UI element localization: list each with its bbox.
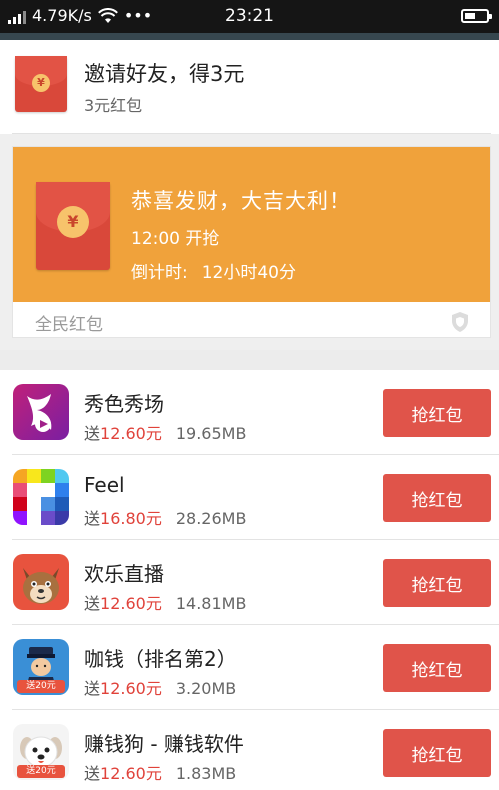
reward-amount: 16.80元 bbox=[100, 509, 162, 528]
banner-footer-label: 全民红包 bbox=[35, 315, 103, 335]
app-size: 1.83MB bbox=[175, 764, 237, 783]
feel-app-icon bbox=[13, 469, 69, 525]
coin-icon: ¥ bbox=[57, 206, 89, 238]
reward-prefix: 送 bbox=[84, 764, 101, 783]
invite-subtitle: 3元红包 bbox=[84, 96, 143, 115]
red-envelope-icon: ¥ bbox=[36, 182, 110, 270]
app-meta: 送12.60元 14.81MB bbox=[84, 590, 246, 614]
shield-icon bbox=[452, 312, 468, 332]
reward-prefix: 送 bbox=[84, 679, 101, 698]
app-size: 28.26MB bbox=[175, 509, 247, 528]
invite-title: 邀请好友，得3元 bbox=[84, 62, 245, 86]
countdown-label: 倒计时: bbox=[131, 263, 188, 283]
invite-friends-row[interactable]: ¥ 邀请好友，得3元 3元红包 bbox=[0, 40, 499, 134]
list-item[interactable]: 送20元 咖钱（排名第2） 送12.60元 3.20MB 抢红包 bbox=[0, 625, 499, 710]
banner-headline: 恭喜发财，大吉大利！ bbox=[131, 189, 351, 213]
banner-footer: 全民红包 bbox=[13, 302, 490, 337]
header-strip bbox=[0, 33, 499, 40]
reward-amount: 12.60元 bbox=[100, 594, 162, 613]
app-size: 3.20MB bbox=[175, 679, 237, 698]
battery-icon bbox=[461, 9, 492, 23]
list-item[interactable]: Feel 送16.80元 28.26MB 抢红包 bbox=[0, 455, 499, 540]
reward-amount: 12.60元 bbox=[100, 424, 162, 443]
reward-amount: 12.60元 bbox=[100, 764, 162, 783]
clock: 23:21 bbox=[225, 6, 274, 26]
huanle-app-icon bbox=[13, 554, 69, 610]
app-size: 14.81MB bbox=[175, 594, 247, 613]
red-envelope-card[interactable]: ¥ 恭喜发财，大吉大利！ 12:00 开抢 倒计时: 12小时40分 全民红包 bbox=[12, 146, 491, 338]
reward-prefix: 送 bbox=[84, 594, 101, 613]
app-meta: 送12.60元 19.65MB bbox=[84, 420, 246, 444]
app-name: 咖钱（排名第2） bbox=[84, 647, 237, 671]
app-meta: 送16.80元 28.26MB bbox=[84, 505, 246, 529]
app-size: 19.65MB bbox=[175, 424, 247, 443]
icon-promo-tag: 送20元 bbox=[17, 765, 65, 778]
list-item[interactable]: 欢乐直播 送12.60元 14.81MB 抢红包 bbox=[0, 540, 499, 625]
grab-red-envelope-button[interactable]: 抢红包 bbox=[383, 559, 491, 607]
coin-icon: ¥ bbox=[32, 74, 50, 92]
reward-amount: 12.60元 bbox=[100, 679, 162, 698]
grab-red-envelope-button[interactable]: 抢红包 bbox=[383, 389, 491, 437]
kaqian-app-icon: 送20元 bbox=[13, 639, 69, 695]
app-list: 秀色秀场 送12.60元 19.65MB 抢红包 Feel 送16.80元 28.2… bbox=[0, 370, 499, 790]
section-divider bbox=[0, 350, 499, 370]
red-envelope-banner[interactable]: ¥ 恭喜发财，大吉大利！ 12:00 开抢 倒计时: 12小时40分 bbox=[13, 147, 490, 302]
reward-prefix: 送 bbox=[84, 424, 101, 443]
app-name: 欢乐直播 bbox=[84, 562, 164, 586]
grab-red-envelope-button[interactable]: 抢红包 bbox=[383, 644, 491, 692]
list-item[interactable]: 送20元 赚钱狗 - 赚钱软件 送12.60元 1.83MB 抢红包 bbox=[0, 710, 499, 790]
red-envelope-icon: ¥ bbox=[15, 56, 67, 112]
app-name: 秀色秀场 bbox=[84, 392, 164, 416]
reward-prefix: 送 bbox=[84, 509, 101, 528]
app-meta: 送12.60元 1.83MB bbox=[84, 760, 236, 784]
banner-start-time: 12:00 开抢 bbox=[131, 229, 220, 249]
app-meta: 送12.60元 3.20MB bbox=[84, 675, 236, 699]
xiuse-app-icon bbox=[13, 384, 69, 440]
list-item[interactable]: 秀色秀场 送12.60元 19.65MB 抢红包 bbox=[0, 370, 499, 455]
app-name: Feel bbox=[84, 473, 125, 497]
app-name: 赚钱狗 - 赚钱软件 bbox=[84, 732, 244, 756]
status-bar: 4.79K/s ••• 23:21 bbox=[0, 0, 499, 33]
grab-red-envelope-button[interactable]: 抢红包 bbox=[383, 729, 491, 777]
zhuanqiangou-app-icon: 送20元 bbox=[13, 724, 69, 780]
icon-promo-tag: 送20元 bbox=[17, 680, 65, 693]
banner-countdown: 倒计时: 12小时40分 bbox=[131, 258, 296, 283]
grab-red-envelope-button[interactable]: 抢红包 bbox=[383, 474, 491, 522]
countdown-value: 12小时40分 bbox=[201, 263, 296, 283]
